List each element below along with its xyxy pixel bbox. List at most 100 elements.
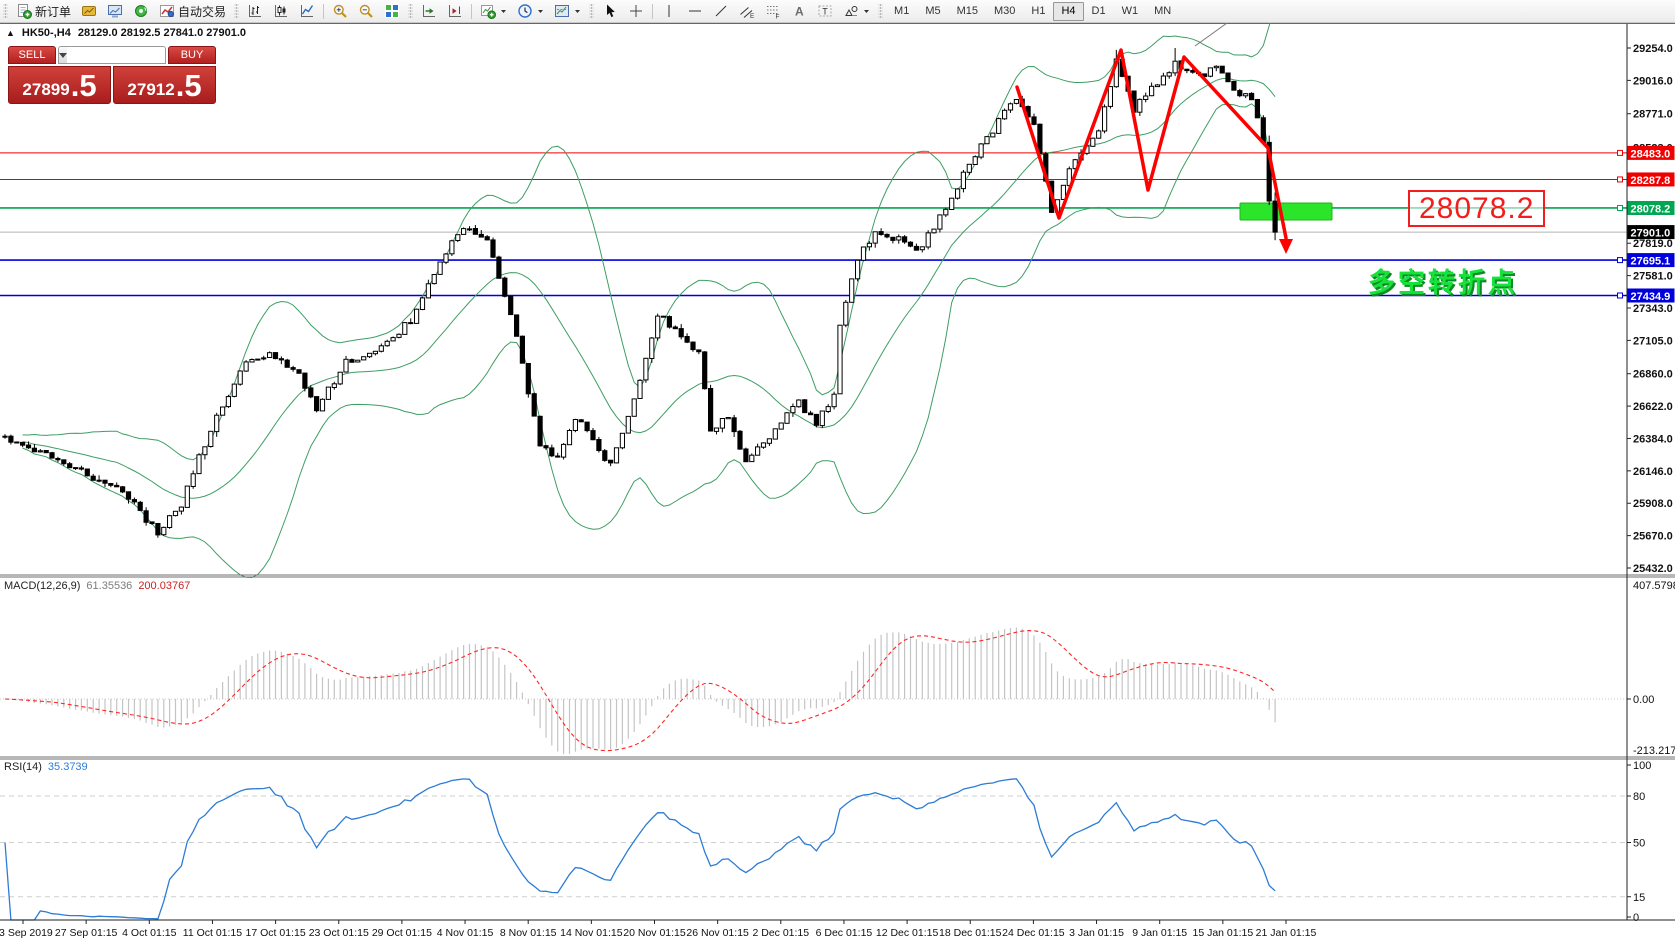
toolbar-group	[231, 0, 405, 22]
volume-input[interactable]	[67, 47, 166, 63]
equidistant-channel-button[interactable]: E	[735, 1, 759, 21]
price-callout-box[interactable]: 28078.2	[1408, 190, 1545, 227]
zoom-out-button[interactable]	[354, 1, 378, 21]
svg-text:25432.0: 25432.0	[1633, 563, 1673, 575]
svg-text:28287.8: 28287.8	[1631, 175, 1671, 187]
buy-price-button[interactable]: 27912.5	[113, 66, 216, 104]
support-line-1-handle[interactable]	[1618, 258, 1623, 263]
svg-text:15: 15	[1633, 892, 1645, 904]
toolbar-grip	[3, 4, 8, 18]
svg-text:28078.2: 28078.2	[1631, 203, 1671, 215]
svg-text:8 Nov 01:15: 8 Nov 01:15	[500, 927, 557, 939]
bar-chart-icon	[247, 3, 263, 19]
indicators-button[interactable]	[476, 1, 511, 21]
timeframe-button-h4[interactable]: H4	[1053, 2, 1083, 21]
resistance-line-1-handle[interactable]	[1618, 150, 1623, 155]
fibonacci-button[interactable]: F	[761, 1, 785, 21]
bar-chart-button[interactable]	[243, 1, 267, 21]
channel-icon: E	[739, 3, 755, 19]
toolbar-separator	[471, 4, 472, 19]
toolbar-separator	[652, 4, 653, 19]
trendline-icon	[713, 3, 729, 19]
periods-button[interactable]	[513, 1, 548, 21]
shapes-button[interactable]	[839, 1, 874, 21]
svg-text:29 Oct 01:15: 29 Oct 01:15	[372, 927, 432, 939]
volume-decrease-button[interactable]	[59, 47, 67, 63]
svg-text:29016.0: 29016.0	[1633, 75, 1673, 87]
symbol-period-label: HK50-,H4	[22, 27, 71, 39]
buy-button[interactable]: BUY	[168, 46, 216, 64]
chevron-down-icon	[500, 3, 507, 19]
auto-scroll-button[interactable]	[417, 1, 441, 21]
vertical-line-button[interactable]	[657, 1, 681, 21]
chevron-down-icon	[863, 3, 870, 19]
timeframe-button-m1[interactable]: M1	[886, 2, 917, 21]
svg-text:-213.2171: -213.2171	[1633, 745, 1675, 757]
toolbar-grip	[408, 4, 413, 18]
chart-shift-button[interactable]	[443, 1, 467, 21]
sell-price-button[interactable]: 27899.5	[8, 66, 111, 104]
zoom-in-icon	[332, 3, 348, 19]
collapse-panel-arrow[interactable]: ▲	[6, 28, 15, 38]
support-line-2-handle[interactable]	[1618, 293, 1623, 298]
svg-text:11 Oct 01:15: 11 Oct 01:15	[183, 927, 243, 939]
chart-window-button[interactable]	[77, 1, 101, 21]
svg-text:27343.0: 27343.0	[1633, 303, 1673, 315]
buy-price-fraction: .5	[176, 72, 202, 100]
timeframe-button-w1[interactable]: W1	[1114, 2, 1147, 21]
svg-text:15 Jan 01:15: 15 Jan 01:15	[1192, 927, 1253, 939]
svg-text:50: 50	[1633, 838, 1645, 850]
fibonacci-icon: F	[765, 3, 781, 19]
toolbar-group: 新订单 自动交易	[0, 0, 231, 22]
macd-indicator-label: MACD(12,26,9)61.35536200.03767	[4, 580, 190, 592]
timeframe-button-m30[interactable]: M30	[986, 2, 1023, 21]
terminal-button[interactable]	[103, 1, 127, 21]
sell-button[interactable]: SELL	[8, 46, 56, 64]
timeframe-button-m5[interactable]: M5	[917, 2, 948, 21]
pivot-line-handle[interactable]	[1618, 205, 1623, 210]
new-order-button[interactable]: 新订单	[12, 1, 75, 21]
strategy-tester-button[interactable]	[129, 1, 153, 21]
highlight-zone-object[interactable]	[1240, 203, 1332, 220]
toolbar-group: EFAT	[586, 0, 875, 22]
pivot-annotation-text[interactable]: 多空转折点	[1368, 261, 1518, 300]
svg-text:28483.0: 28483.0	[1631, 148, 1671, 160]
crosshair-button[interactable]	[624, 1, 648, 21]
timeframe-button-m15[interactable]: M15	[949, 2, 986, 21]
timeframe-button-d1[interactable]: D1	[1084, 2, 1114, 21]
chart-background[interactable]	[0, 23, 1675, 942]
timeframe-button-mn[interactable]: MN	[1146, 2, 1179, 21]
text-label-button[interactable]: T	[813, 1, 837, 21]
svg-text:29254.0: 29254.0	[1633, 43, 1673, 55]
cursor-button[interactable]	[598, 1, 622, 21]
svg-text:26384.0: 26384.0	[1633, 433, 1673, 445]
timeframe-button-h1[interactable]: H1	[1023, 2, 1053, 21]
resistance-line-2-handle[interactable]	[1618, 177, 1623, 182]
trendline-button[interactable]	[709, 1, 733, 21]
templates-button[interactable]	[550, 1, 585, 21]
autotrading-button[interactable]: 自动交易	[155, 1, 230, 21]
terminal-icon	[107, 3, 123, 19]
svg-text:27819.0: 27819.0	[1633, 238, 1673, 250]
text-button[interactable]: A	[787, 1, 811, 21]
svg-text:6 Dec 01:15: 6 Dec 01:15	[816, 927, 873, 939]
svg-text:27695.1: 27695.1	[1631, 256, 1671, 268]
chart-canvas[interactable]: 29254.029016.028771.028523.028057.027819…	[0, 0, 1675, 942]
buy-price-main: 27912	[127, 80, 174, 100]
vline-icon	[661, 3, 677, 19]
horizontal-line-button[interactable]	[683, 1, 707, 21]
tile-windows-button[interactable]	[380, 1, 404, 21]
label-icon: T	[817, 3, 833, 19]
svg-text:26 Nov 01:15: 26 Nov 01:15	[686, 927, 749, 939]
candlestick-chart-button[interactable]	[269, 1, 293, 21]
line-chart-button[interactable]	[295, 1, 319, 21]
svg-text:27434.9: 27434.9	[1631, 291, 1671, 303]
zoom-out-icon	[358, 3, 374, 19]
toolbar-group	[405, 0, 586, 22]
text-icon: A	[791, 3, 807, 19]
tile-windows-icon	[384, 3, 400, 19]
chevron-down-icon	[574, 3, 581, 19]
svg-text:27581.0: 27581.0	[1633, 271, 1673, 283]
zoom-in-button[interactable]	[328, 1, 352, 21]
chart-shift-icon	[447, 3, 463, 19]
